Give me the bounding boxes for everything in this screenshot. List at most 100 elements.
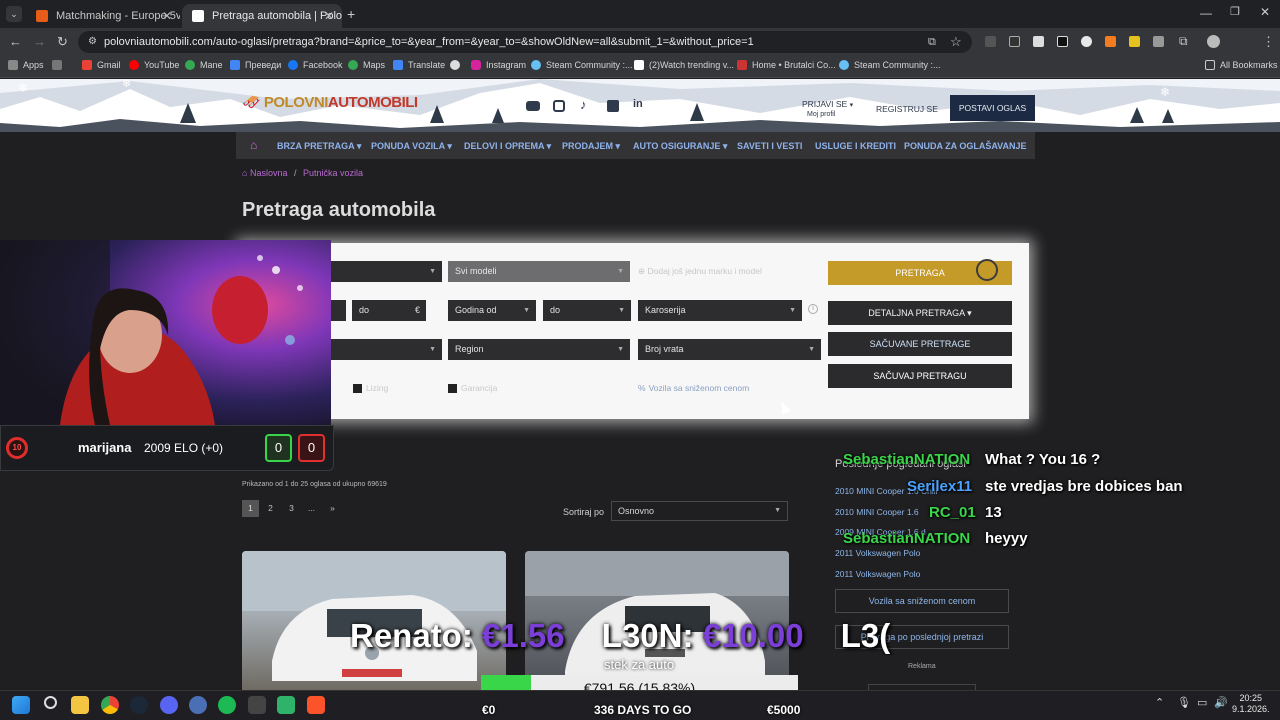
forward-icon[interactable]: → — [33, 34, 46, 50]
discounted-vehicles-button[interactable]: Vozila sa sniženom cenom — [835, 589, 1009, 613]
post-ad-button[interactable]: POSTAVI OGLAS — [950, 95, 1035, 121]
extension-icon[interactable] — [1129, 36, 1140, 47]
add-brand-link[interactable]: ⊕ Dodaj još jednu marku i model — [638, 266, 762, 277]
extensions-puzzle-icon[interactable]: ⧉ — [1179, 34, 1188, 49]
close-window-icon[interactable]: ✕ — [1260, 5, 1270, 19]
site-info-icon[interactable]: ⚙ — [88, 34, 97, 50]
detailed-search-button[interactable]: DETALJNA PRETRAGA ▾ — [828, 301, 1012, 325]
login-link[interactable]: PRIJAVI SE ▾ — [802, 99, 853, 109]
fuel-select[interactable]: ▼ — [330, 339, 442, 360]
bookmark-steam-community-2[interactable]: Steam Community :... — [839, 60, 941, 70]
leasing-checkbox[interactable]: Lizing — [353, 383, 388, 393]
breadcrumb-home[interactable]: Naslovna — [250, 168, 288, 178]
recent-ad-link[interactable]: 2011 Volkswagen Polo — [835, 548, 920, 558]
instagram-icon[interactable] — [553, 100, 565, 112]
menu-kebab-icon[interactable]: ⋮ — [1262, 34, 1275, 50]
home-icon[interactable]: ⌂ — [250, 138, 257, 152]
search-button[interactable]: PRETRAGA — [828, 259, 1012, 285]
volume-icon[interactable]: 🔊 — [1214, 696, 1228, 709]
warranty-checkbox[interactable]: Garancija — [448, 383, 497, 393]
app-icon[interactable] — [248, 696, 266, 714]
tab-matchmaking[interactable]: Matchmaking - Europe 5v5 Qu ✕ — [26, 4, 180, 28]
sort-select[interactable]: Osnovno ▼ — [611, 501, 788, 521]
nav-auto-osiguranje[interactable]: AUTO OSIGURANJE ▾ — [633, 141, 727, 152]
extension-icon[interactable] — [1105, 36, 1116, 47]
close-tab-icon[interactable]: ✕ — [162, 9, 172, 23]
all-bookmarks[interactable]: All Bookmarks — [1205, 60, 1278, 70]
facebook-icon[interactable] — [607, 100, 619, 112]
model-select[interactable]: Svi modeli ▼ — [448, 261, 630, 282]
page-2[interactable]: 2 — [262, 500, 279, 517]
address-bar[interactable]: polovniautomobili.com/auto-oglasi/pretra… — [78, 31, 972, 53]
bookmark-prevedi[interactable]: Преведи — [230, 60, 281, 70]
bookmark-star-icon[interactable]: ☆ — [950, 34, 962, 50]
extension-icon[interactable] — [1081, 36, 1092, 47]
bookmark-apps[interactable]: Apps — [8, 60, 44, 70]
taskbar-clock[interactable]: 20:25 9.1.2026. — [1232, 693, 1270, 715]
nav-saveti-vesti[interactable]: SAVETI I VESTI — [737, 141, 802, 151]
bookmark-brutalci[interactable]: Home • Brutalci Co... — [737, 60, 836, 70]
brave-icon[interactable] — [307, 696, 325, 714]
nav-brza-pretraga[interactable]: BRZA PRETRAGA ▾ — [277, 141, 361, 152]
nav-ponuda-oglasavanje[interactable]: PONUDA ZA OGLAŠAVANJE — [904, 141, 1027, 151]
new-tab-button[interactable]: + — [347, 6, 355, 22]
nav-ponuda-vozila[interactable]: PONUDA VOZILA ▾ — [371, 141, 452, 152]
bookmark-tiktok[interactable]: (2)Watch trending v... — [634, 60, 734, 70]
install-app-icon[interactable]: ⧉ — [928, 34, 936, 50]
linkedin-icon[interactable]: in — [633, 98, 643, 110]
year-to-select[interactable]: do ▼ — [543, 300, 631, 321]
body-type-select[interactable]: Karoserija ▼ — [638, 300, 802, 321]
extension-icon[interactable] — [1009, 36, 1020, 47]
extension-icon[interactable] — [1153, 36, 1164, 47]
app-icon[interactable] — [189, 696, 207, 714]
tray-chevron-icon[interactable]: ⌃ — [1155, 696, 1164, 709]
discounted-checkbox[interactable]: % Vozila sa sniženom cenom — [638, 383, 749, 393]
tab-polovni[interactable]: Pretraga automobila | Polovni a ✕ — [182, 4, 342, 28]
bookmark-youtube[interactable]: YouTube — [129, 60, 179, 70]
reload-icon[interactable]: ↻ — [57, 34, 68, 50]
tab-groups-icon[interactable] — [52, 60, 67, 70]
page-3[interactable]: 3 — [283, 500, 300, 517]
steam-icon[interactable] — [130, 696, 148, 714]
extension-icon[interactable] — [1033, 36, 1044, 47]
nav-delovi-oprema[interactable]: DELOVI I OPREMA ▾ — [464, 141, 551, 152]
bookmark-instagram[interactable]: Instagram — [471, 60, 526, 70]
discord-icon[interactable] — [160, 696, 178, 714]
saved-searches-button[interactable]: SAČUVANE PRETRAGE — [828, 332, 1012, 356]
recent-ad-link[interactable]: 2010 MINI Cooper 1.6 — [835, 507, 919, 517]
bookmark-mane[interactable]: Mane — [185, 60, 223, 70]
network-icon[interactable]: ▭ — [1197, 696, 1207, 709]
page-next[interactable]: » — [324, 500, 341, 517]
save-search-button[interactable]: SAČUVAJ PRETRAGU — [828, 364, 1012, 388]
bookmark-maps[interactable]: Maps — [348, 60, 385, 70]
bookmark-gmail[interactable]: Gmail — [82, 60, 121, 70]
microphone-icon[interactable]: 🎙 — [1177, 696, 1191, 709]
bookmark-steam-logo[interactable] — [450, 60, 465, 70]
price-to-input[interactable]: do € — [352, 300, 426, 321]
doors-select[interactable]: Broj vrata ▼ — [638, 339, 821, 360]
bookmark-facebook[interactable]: Facebook — [288, 60, 343, 70]
extension-icon[interactable] — [1057, 36, 1068, 47]
recent-ad-link[interactable]: 2011 Volkswagen Polo — [835, 569, 920, 579]
search-icon[interactable] — [44, 696, 57, 709]
brand-select[interactable]: ▼ — [330, 261, 442, 282]
my-profile-link[interactable]: Moj profil — [807, 111, 835, 118]
year-from-select[interactable]: Godina od ▼ — [448, 300, 536, 321]
site-logo[interactable]: 🛷 POLOVNIAUTOMOBILI — [242, 93, 418, 111]
info-icon[interactable]: i — [808, 304, 818, 314]
register-link[interactable]: REGISTRUJ SE — [876, 104, 938, 114]
app-icon[interactable] — [277, 696, 295, 714]
tab-search-button[interactable]: ⌄ — [6, 6, 22, 22]
minimize-icon[interactable]: — — [1200, 6, 1212, 20]
tiktok-icon[interactable]: ♪ — [580, 97, 587, 112]
maximize-icon[interactable]: ❐ — [1230, 5, 1240, 18]
file-explorer-icon[interactable] — [71, 696, 89, 714]
bookmark-translate[interactable]: Translate — [393, 60, 445, 70]
page-1[interactable]: 1 — [242, 500, 259, 517]
extension-icon[interactable] — [985, 36, 996, 47]
region-select[interactable]: Region ▼ — [448, 339, 630, 360]
profile-avatar[interactable] — [1207, 35, 1220, 48]
chrome-icon[interactable] — [101, 696, 119, 714]
price-from-input[interactable] — [330, 300, 346, 321]
nav-usluge-krediti[interactable]: USLUGE I KREDITI — [815, 141, 896, 151]
